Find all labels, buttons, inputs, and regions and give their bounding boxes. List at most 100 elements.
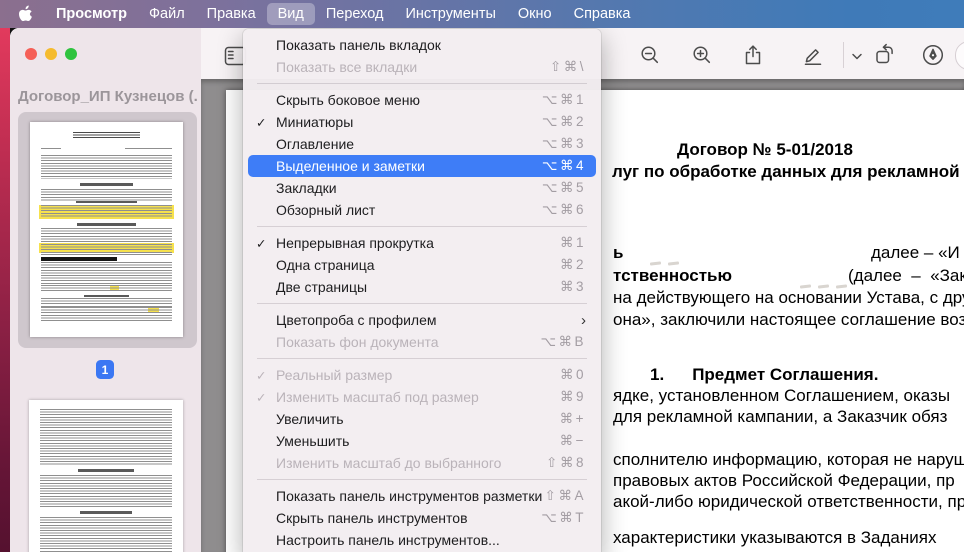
window-controls xyxy=(25,48,77,60)
markup-options-button[interactable] xyxy=(851,49,863,60)
page-number-badge: 1 xyxy=(96,360,114,379)
apple-menu[interactable] xyxy=(15,5,37,23)
menubar-item-label: Инструменты xyxy=(405,6,496,22)
thumbnail-selection[interactable] xyxy=(18,112,197,348)
menu-item-label: Оглавление xyxy=(276,136,355,152)
menu-separator xyxy=(257,83,587,84)
menu-item-shortcut: ⌥⌘1 xyxy=(541,92,586,107)
menu-item[interactable]: ✓ Реальный размер ⌘0 › xyxy=(248,364,596,386)
menu-item-shortcut: ⌥⌘3 xyxy=(541,136,586,151)
thumbnail-text-lines xyxy=(40,298,173,307)
menu-item[interactable]: ✓ Увеличить ⌘+ › xyxy=(248,408,596,430)
menu-item-shortcut: ⌘1 xyxy=(559,235,586,250)
menu-item-shortcut: ⌥⌘B xyxy=(540,334,586,349)
doc-text: далее – «И xyxy=(871,243,960,263)
menu-item-label: Реальный размер xyxy=(276,367,393,383)
menu-item[interactable]: ✓ Скрыть боковое меню ⌥⌘1 › xyxy=(248,89,596,111)
thumbnail-text-lines xyxy=(39,516,173,552)
heading-number: 1. xyxy=(650,365,665,384)
menubar-item[interactable]: Переход xyxy=(315,3,395,25)
menu-item-shortcut: ⇧⌘8 xyxy=(546,455,586,470)
menu-separator xyxy=(257,303,587,304)
menu-item-label: Показать панель инструментов разметки xyxy=(276,488,543,504)
menu-item-label: Миниатюры xyxy=(276,114,354,130)
menu-item-shortcut: ⌘− xyxy=(559,433,586,448)
menubar-item[interactable]: Файл xyxy=(138,3,196,25)
menu-item[interactable]: ✓ Миниатюры ⌥⌘2 › xyxy=(248,111,596,133)
menu-item[interactable]: ✓ Одна страница ⌘2 › xyxy=(248,254,596,276)
page2-thumbnail[interactable] xyxy=(29,400,183,552)
menubar-item-label: Окно xyxy=(517,6,552,22)
thumbnail-text-lines xyxy=(40,155,173,179)
highlighter-button[interactable] xyxy=(921,43,945,67)
menu-item[interactable]: ✓ Непрерывная прокрутка ⌘1 › xyxy=(248,232,596,254)
menubar-item[interactable]: Справка xyxy=(563,3,642,25)
close-button[interactable] xyxy=(25,48,37,60)
menu-item-label: Цветопроба с профилем xyxy=(276,312,437,328)
doc-text: характеристики указываются в Заданиях xyxy=(613,528,937,547)
menu-item-shortcut: ⌥⌘2 xyxy=(541,114,586,129)
rotate-button[interactable] xyxy=(873,43,897,67)
share-button[interactable] xyxy=(741,43,765,67)
menubar-item[interactable]: Инструменты xyxy=(394,3,506,25)
thumbnail-text-lines xyxy=(40,228,173,243)
menu-item[interactable]: ✓ Две страницы ⌘3 › xyxy=(248,276,596,298)
menu-separator xyxy=(257,479,587,480)
menu-item-shortcut: ⌘9 xyxy=(559,389,586,404)
thumbnail-text-lines xyxy=(40,244,173,253)
thumbnail-text-lines xyxy=(40,284,173,293)
menubar-item[interactable]: Правка xyxy=(196,3,267,25)
thumbnail-heading xyxy=(83,294,130,298)
menu-item-label: Выделенное и заметки xyxy=(276,158,425,174)
zoom-button[interactable] xyxy=(65,48,77,60)
menu-item[interactable]: ✓ Изменить масштаб до выбранного ⇧⌘8 › xyxy=(248,452,596,474)
menu-item[interactable]: ✓ Уменьшить ⌘− › xyxy=(248,430,596,452)
menu-item[interactable]: ✓ Показать панель инструментов разметки … xyxy=(248,485,596,507)
doc-text: она», заключили настоящее соглашение воз xyxy=(613,310,964,329)
menu-item[interactable]: ✓ Закладки ⌥⌘5 › xyxy=(248,177,596,199)
menu-item-label: Скрыть панель инструментов xyxy=(276,510,468,526)
menu-separator xyxy=(257,226,587,227)
menu-item-shortcut: ⇧⌘A xyxy=(544,488,586,503)
menu-item[interactable]: ✓ Показать фон документа ⌥⌘B › xyxy=(248,331,596,353)
doc-text: сполнителю информацию, которая не наруш xyxy=(613,450,964,469)
menu-item[interactable]: ✓ Выделенное и заметки ⌥⌘4 › xyxy=(248,155,596,177)
minimize-button[interactable] xyxy=(45,48,57,60)
menu-item-label: Обзорный лист xyxy=(276,202,376,218)
menu-item-label: Уменьшить xyxy=(276,433,350,449)
page1-thumbnail[interactable] xyxy=(30,122,183,337)
checkmark-icon: ✓ xyxy=(256,390,267,405)
menubar-item-label: Просмотр xyxy=(56,6,127,22)
menu-item[interactable]: ✓ Цветопроба с профилем › xyxy=(248,309,596,331)
thumbnail-heading xyxy=(79,511,133,514)
view-menu: ✓ Показать панель вкладок › ✓ Показать в… xyxy=(243,29,601,552)
markup-button[interactable] xyxy=(801,43,825,67)
menu-item-shortcut: ⌥⌘T xyxy=(541,510,586,525)
menu-item[interactable]: ✓ Обзорный лист ⌥⌘6 › xyxy=(248,199,596,221)
menubar-item[interactable]: Окно xyxy=(507,3,563,25)
menu-item[interactable]: ✓ Показать панель вкладок › xyxy=(248,34,596,56)
doc-title-line1: Договор № 5-01/2018 xyxy=(677,140,853,159)
menu-item[interactable]: ✓ Оглавление ⌥⌘3 › xyxy=(248,133,596,155)
submenu-arrow-icon: › xyxy=(581,311,586,329)
thumbnail-heading xyxy=(80,183,133,186)
doc-title-line2: луг по обработке данных для рекламной xyxy=(612,162,960,181)
menubar-item[interactable]: Просмотр xyxy=(45,3,138,25)
menu-item[interactable]: ✓ Настроить панель инструментов... › xyxy=(248,529,596,551)
menu-item[interactable]: ✓ Скрыть панель инструментов ⌥⌘T › xyxy=(248,507,596,529)
menu-item-shortcut: ⌥⌘5 xyxy=(541,180,586,195)
menubar-item-label: Справка xyxy=(573,6,631,22)
zoom-in-button[interactable] xyxy=(690,43,714,67)
chevron-down-icon xyxy=(852,53,862,60)
search-field[interactable] xyxy=(955,41,964,70)
menu-item[interactable]: ✓ Показать все вкладки ⇧⌘\ › xyxy=(248,56,596,78)
doc-text: ядке, установленном Соглашением, оказы xyxy=(613,386,951,405)
menu-item-label: Настроить панель инструментов... xyxy=(276,532,500,548)
menu-item-shortcut: ⇧⌘\ xyxy=(549,59,586,74)
thumbnail-heading xyxy=(78,469,134,472)
menubar-item[interactable]: Вид xyxy=(266,3,315,25)
menu-item[interactable]: ✓ Изменить масштаб под размер ⌘9 › xyxy=(248,386,596,408)
screen: Просмотр Файл Правка Вид Переход Инструменты О… xyxy=(0,0,964,552)
menubar-item-label: Вид xyxy=(277,6,304,22)
zoom-out-button[interactable] xyxy=(638,43,662,67)
